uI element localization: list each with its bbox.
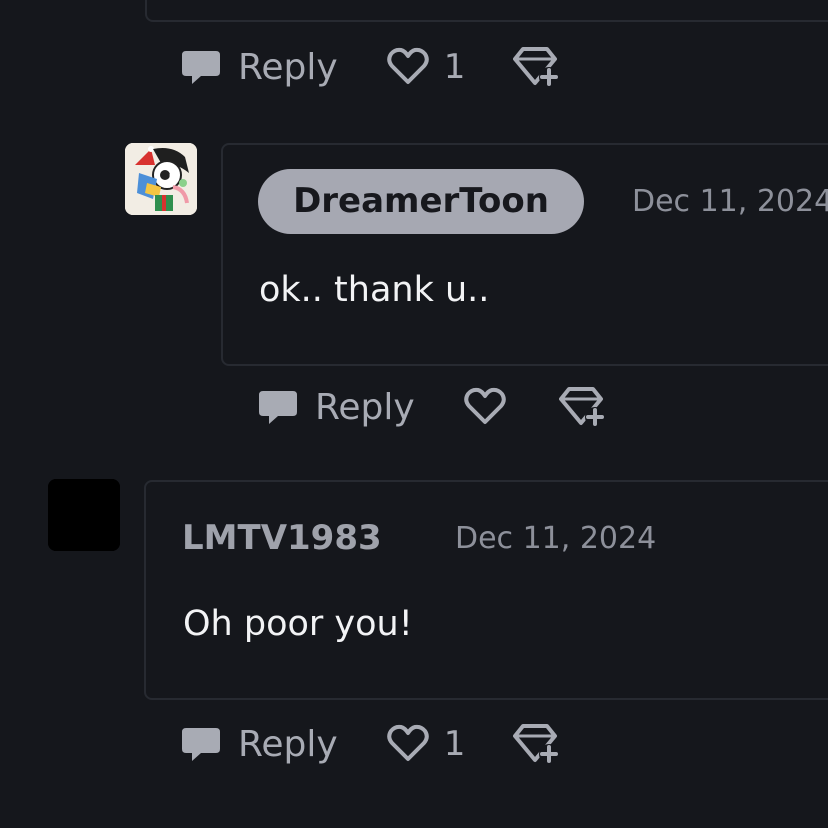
comment-text: ok.. thank u.. bbox=[259, 270, 490, 310]
reply-label: Reply bbox=[238, 723, 338, 765]
comment-actions: Reply 1 bbox=[180, 714, 561, 774]
gem-plus-icon bbox=[513, 724, 560, 764]
heart-icon bbox=[386, 47, 429, 84]
previous-comment-actions: Reply 1 bbox=[180, 37, 561, 97]
reply-label: Reply bbox=[238, 46, 338, 88]
previous-comment-card bbox=[145, 0, 828, 22]
black-avatar-icon bbox=[48, 479, 120, 551]
svg-text:rc: rc bbox=[169, 172, 176, 180]
heart-icon bbox=[463, 387, 506, 424]
username-badge[interactable]: DreamerToon bbox=[258, 169, 584, 234]
gift-gem-button[interactable] bbox=[513, 45, 561, 89]
like-button[interactable] bbox=[463, 387, 507, 427]
comment-icon bbox=[259, 391, 297, 424]
like-button[interactable]: 1 bbox=[386, 724, 466, 764]
comment-timestamp: Dec 11, 2024 bbox=[455, 521, 657, 556]
comment-icon bbox=[182, 51, 220, 84]
reply-label: Reply bbox=[315, 386, 415, 428]
reply-button[interactable]: Reply bbox=[180, 723, 338, 765]
gem-plus-icon bbox=[558, 387, 605, 427]
comment-icon bbox=[182, 728, 220, 761]
reply-button[interactable]: Reply bbox=[180, 46, 338, 88]
reply-button[interactable]: Reply bbox=[257, 386, 415, 428]
comment-actions: Reply bbox=[257, 377, 607, 437]
like-count: 1 bbox=[443, 724, 466, 764]
gift-gem-button[interactable] bbox=[513, 722, 561, 766]
like-count: 1 bbox=[443, 47, 466, 87]
comment-thread: Reply 1 rc DreamerToon Dec 11, 2024 ok..… bbox=[0, 0, 828, 828]
heart-icon bbox=[386, 724, 429, 761]
comment-card bbox=[144, 480, 828, 700]
like-button[interactable]: 1 bbox=[386, 47, 466, 87]
username[interactable]: LMTV1983 bbox=[182, 514, 382, 562]
avatar[interactable] bbox=[48, 479, 120, 551]
gift-gem-button[interactable] bbox=[558, 385, 607, 429]
comment-text: Oh poor you! bbox=[183, 604, 413, 644]
christmas-character-avatar-icon: rc bbox=[125, 143, 197, 215]
avatar[interactable]: rc bbox=[125, 143, 197, 215]
comment-timestamp: Dec 11, 2024 bbox=[632, 184, 828, 219]
gem-plus-icon bbox=[513, 47, 560, 87]
